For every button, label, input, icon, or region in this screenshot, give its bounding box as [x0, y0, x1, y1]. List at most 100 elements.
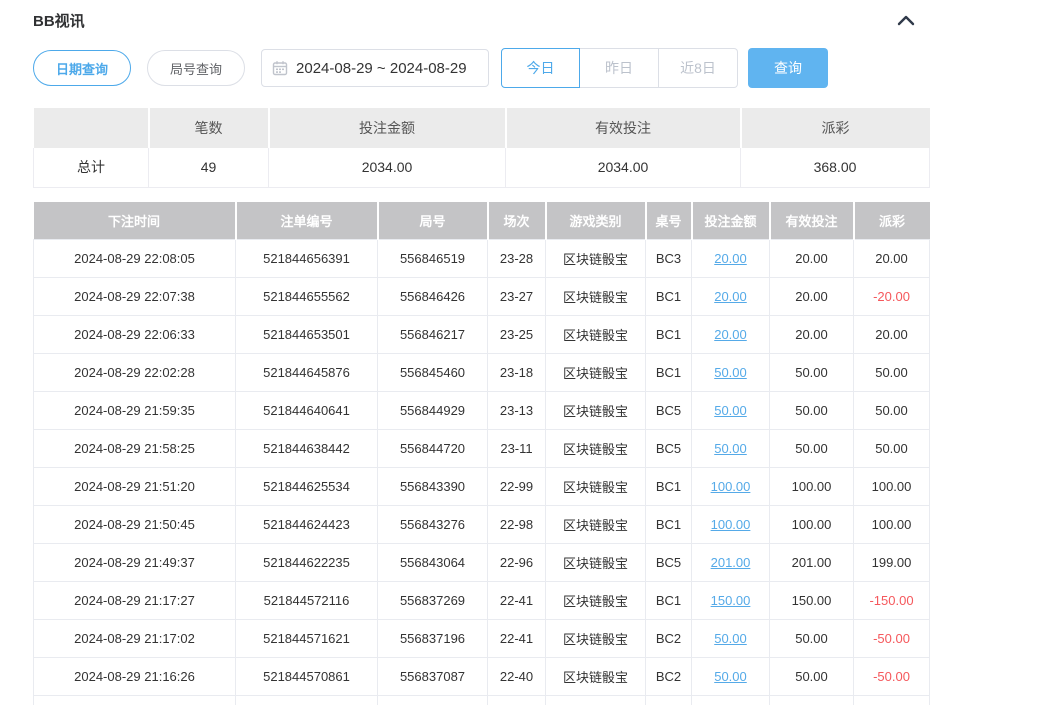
cell-bet-amount: 150.00 [692, 582, 770, 620]
table-row: 2024-08-29 21:17:02521844571621556837196… [34, 620, 930, 658]
summary-cell: 总计 [34, 148, 149, 187]
bet-amount-link[interactable]: 50.00 [714, 669, 747, 684]
quick-range-group: 今日昨日近8日 [501, 48, 738, 88]
col-header-order-id: 注单编号 [236, 202, 378, 240]
bet-amount-link[interactable]: 50.00 [714, 441, 747, 456]
cell-payout: 100.00 [854, 468, 930, 506]
cell-table-id [646, 696, 692, 705]
cell-order-id: 521844653501 [236, 316, 378, 354]
bb-video-panel: BB视讯 日期查询局号查询 [0, 0, 1042, 705]
cell-order-id: 521844640641 [236, 392, 378, 430]
cell-session: 23-18 [488, 354, 546, 392]
bet-amount-link[interactable]: 100.00 [711, 479, 751, 494]
cell-bet-amount: 50.00 [692, 392, 770, 430]
cell-payout [854, 696, 930, 705]
bet-amount-link[interactable]: 100.00 [711, 517, 751, 532]
cell-bet-amount: 50.00 [692, 354, 770, 392]
cell-bet-time: 2024-08-29 21:59:35 [34, 392, 236, 430]
cell-session: 22-96 [488, 544, 546, 582]
cell-payout: -150.00 [854, 582, 930, 620]
cell-bet-amount: 100.00 [692, 506, 770, 544]
col-header-session: 场次 [488, 202, 546, 240]
cell-round-id: 556846217 [378, 316, 488, 354]
chevron-up-icon [897, 14, 915, 26]
bet-amount-link[interactable]: 20.00 [714, 251, 747, 266]
bet-amount-link[interactable]: 150.00 [711, 593, 751, 608]
col-header-game-type: 游戏类别 [546, 202, 646, 240]
cell-session: 22-40 [488, 658, 546, 696]
cell-game-type: 区块链骰宝 [546, 354, 646, 392]
quick-range-0[interactable]: 今日 [501, 48, 580, 88]
collapse-button[interactable] [897, 14, 915, 26]
cell-bet-amount: 50.00 [692, 430, 770, 468]
cell-session: 23-13 [488, 392, 546, 430]
bet-amount-link[interactable]: 50.00 [714, 403, 747, 418]
cell-game-type: 区块链骰宝 [546, 430, 646, 468]
quick-range-2[interactable]: 近8日 [659, 48, 738, 88]
cell-payout: -50.00 [854, 620, 930, 658]
cell-bet-time: 2024-08-29 21:49:37 [34, 544, 236, 582]
cell-round-id: 556843390 [378, 468, 488, 506]
table-row: 2024-08-29 21:50:45521844624423556843276… [34, 506, 930, 544]
cell-valid-bet: 100.00 [770, 506, 854, 544]
cell-valid-bet: 201.00 [770, 544, 854, 582]
cell-order-id: 521844572116 [236, 582, 378, 620]
cell-session: 22-99 [488, 468, 546, 506]
cell-payout: 199.00 [854, 544, 930, 582]
cell-session: 23-28 [488, 240, 546, 278]
cell-valid-bet: 50.00 [770, 430, 854, 468]
col-header-bet-time: 下注时间 [34, 202, 236, 240]
cell-game-type: 区块链骰宝 [546, 278, 646, 316]
cell-bet-time: 2024-08-29 22:07:38 [34, 278, 236, 316]
bet-amount-link[interactable]: 50.00 [714, 631, 747, 646]
cell-game-type [546, 696, 646, 705]
table-row: 2024-08-29 22:02:28521844645876556845460… [34, 354, 930, 392]
summary-col-header: 笔数 [149, 108, 269, 148]
query-button[interactable]: 查询 [748, 48, 828, 88]
table-row: 2024-08-29 21:16:26521844570861556837087… [34, 658, 930, 696]
cell-bet-time: 2024-08-29 22:06:33 [34, 316, 236, 354]
date-range-value: 2024-08-29 ~ 2024-08-29 [296, 60, 467, 77]
bet-amount-link[interactable]: 50.00 [714, 365, 747, 380]
cell-bet-time: 2024-08-29 21:17:27 [34, 582, 236, 620]
query-mode-tab-round[interactable]: 局号查询 [147, 50, 245, 86]
cell-round-id: 556844720 [378, 430, 488, 468]
table-row [34, 696, 930, 705]
cell-bet-time: 2024-08-29 21:50:45 [34, 506, 236, 544]
cell-payout: 20.00 [854, 240, 930, 278]
summary-col-header: 派彩 [741, 108, 930, 148]
cell-payout: 50.00 [854, 354, 930, 392]
date-range-input[interactable]: 2024-08-29 ~ 2024-08-29 [261, 49, 489, 87]
cell-bet-amount: 20.00 [692, 316, 770, 354]
bet-amount-link[interactable]: 20.00 [714, 289, 747, 304]
cell-bet-amount: 50.00 [692, 620, 770, 658]
cell-table-id: BC5 [646, 392, 692, 430]
cell-game-type: 区块链骰宝 [546, 658, 646, 696]
cell-table-id: BC1 [646, 316, 692, 354]
col-header-valid-bet: 有效投注 [770, 202, 854, 240]
cell-session: 23-25 [488, 316, 546, 354]
cell-session: 22-41 [488, 582, 546, 620]
cell-table-id: BC1 [646, 468, 692, 506]
cell-session: 23-27 [488, 278, 546, 316]
cell-order-id: 521844624423 [236, 506, 378, 544]
panel-header: BB视讯 [33, 8, 929, 32]
table-row: 2024-08-29 21:49:37521844622235556843064… [34, 544, 930, 582]
bet-amount-link[interactable]: 20.00 [714, 327, 747, 342]
col-header-bet-amount: 投注金额 [692, 202, 770, 240]
cell-valid-bet: 50.00 [770, 354, 854, 392]
cell-table-id: BC1 [646, 506, 692, 544]
quick-range-1[interactable]: 昨日 [580, 48, 659, 88]
cell-payout: 20.00 [854, 316, 930, 354]
records-header-row: 下注时间注单编号局号场次游戏类别桌号投注金额有效投注派彩 [34, 202, 930, 240]
cell-session [488, 696, 546, 705]
col-header-payout: 派彩 [854, 202, 930, 240]
cell-round-id: 556837269 [378, 582, 488, 620]
cell-order-id: 521844638442 [236, 430, 378, 468]
query-mode-tab-date[interactable]: 日期查询 [33, 50, 131, 86]
cell-bet-time [34, 696, 236, 705]
table-row: 2024-08-29 22:06:33521844653501556846217… [34, 316, 930, 354]
bet-amount-link[interactable]: 201.00 [711, 555, 751, 570]
cell-round-id: 556843064 [378, 544, 488, 582]
cell-game-type: 区块链骰宝 [546, 582, 646, 620]
